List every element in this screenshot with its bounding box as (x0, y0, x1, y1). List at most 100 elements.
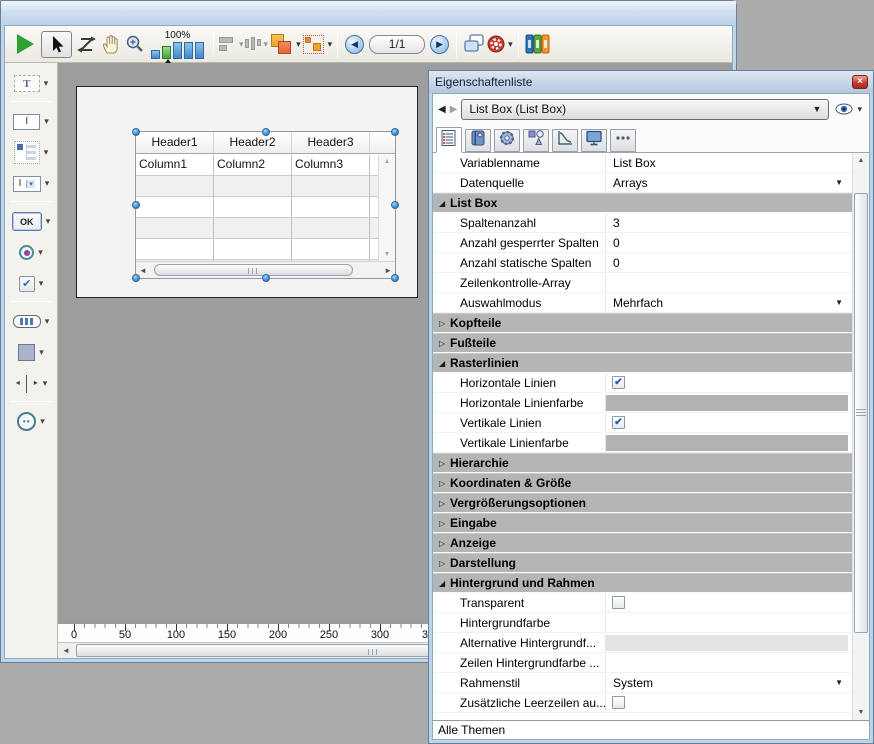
checkbox-checked[interactable]: ✔ (612, 416, 625, 429)
chevron-down-icon[interactable]: ▾ (45, 178, 50, 189)
selection-handle-sw[interactable] (132, 274, 140, 282)
property-value[interactable]: System (606, 676, 653, 690)
section-hintergrund-und-rahmen[interactable]: ◢Hintergrund und Rahmen (433, 573, 852, 593)
chevron-down-icon[interactable]: ▾ (39, 278, 44, 289)
scroll-down-icon[interactable]: ▼ (853, 705, 869, 720)
tab-order-tool-button[interactable] (75, 30, 99, 58)
scrollbar-thumb[interactable] (154, 264, 353, 276)
scroll-up-icon[interactable]: ▲ (853, 153, 869, 168)
progressbar-tool-icon[interactable] (13, 315, 41, 328)
tab-book[interactable] (465, 129, 491, 152)
button-tool-icon[interactable]: OK (12, 212, 42, 231)
textfield-tool-icon[interactable]: I (13, 114, 40, 130)
chevron-down-icon[interactable]: ▾ (38, 247, 43, 258)
checkbox-unchecked[interactable] (612, 696, 625, 709)
section-kopfteile[interactable]: ▷Kopfteile (433, 313, 852, 333)
previous-page-button[interactable]: ◀ (345, 35, 364, 54)
scrollbar-thumb[interactable] (854, 193, 868, 633)
label-tool-icon[interactable]: T (14, 75, 40, 92)
chevron-down-icon[interactable]: ▾ (40, 416, 45, 427)
form-canvas[interactable]: Header1Header2Header3 Column1Column2Colu… (76, 86, 418, 298)
section-list-box[interactable]: ◢List Box (433, 193, 852, 213)
selection-handle-ne[interactable] (391, 128, 399, 136)
property-transparent[interactable]: Transparent (433, 593, 852, 613)
properties-titlebar[interactable]: Eigenschaftenliste × (429, 71, 873, 93)
selection-handle-w[interactable] (132, 201, 140, 209)
properties-vertical-scrollbar[interactable]: ▲ ▼ (852, 153, 869, 720)
property-zus-tzliche-leerzeilen-au[interactable]: Zusätzliche Leerzeilen au... (433, 693, 852, 713)
property-rahmenstil[interactable]: RahmenstilSystem▼ (433, 673, 852, 693)
run-form-button[interactable] (10, 30, 41, 58)
color-swatch[interactable] (606, 435, 848, 451)
next-object-button[interactable]: ▶ (450, 104, 458, 115)
object-selector-dropdown[interactable]: List Box (List Box) ▼ (461, 99, 829, 120)
property-anzahl-gesperrter-spalten[interactable]: Anzahl gesperrter Spalten0 (433, 233, 852, 253)
chevron-down-icon[interactable]: ▾ (46, 216, 51, 227)
property-alternative-hintergrundf[interactable]: Alternative Hintergrundf... (433, 633, 852, 653)
property-value[interactable]: 0 (606, 256, 620, 270)
select-tool-button[interactable] (41, 31, 72, 58)
tab-list[interactable] (436, 127, 462, 153)
chevron-down-icon[interactable]: ▾ (39, 347, 44, 358)
chevron-down-icon[interactable]: ▾ (43, 378, 48, 389)
pan-tool-button[interactable] (99, 30, 123, 58)
selection-handle-se[interactable] (391, 274, 399, 282)
property-horizontale-linien[interactable]: Horizontale Linien✔ (433, 373, 852, 393)
section-fu-teile[interactable]: ▷Fußteile (433, 333, 852, 353)
rectangle-tool-icon[interactable] (18, 344, 35, 361)
property-value[interactable]: Mehrfach (606, 296, 663, 310)
property-zeilenkontrolle-array[interactable]: Zeilenkontrolle-Array (433, 273, 852, 293)
tab-monitor[interactable] (581, 129, 607, 152)
selection-handle-e[interactable] (391, 201, 399, 209)
selection-frame-tool-button[interactable]: ▾ (301, 30, 333, 58)
chevron-down-icon[interactable]: ▾ (328, 39, 333, 50)
theme-filter-bar[interactable]: Alle Themen (433, 720, 869, 739)
property-zeilen-hintergrundfarbe[interactable]: Zeilen Hintergrundfarbe ... (433, 653, 852, 673)
section-darstellung[interactable]: ▷Darstellung (433, 553, 852, 573)
section-vergr-erungsoptionen[interactable]: ▷Vergrößerungsoptionen (433, 493, 852, 513)
property-horizontale-linienfarbe[interactable]: Horizontale Linienfarbe (433, 393, 852, 413)
close-button[interactable]: × (852, 75, 868, 89)
tab-shapes[interactable] (523, 129, 549, 152)
chevron-down-icon[interactable]: ▼ (835, 678, 852, 687)
selection-handle-n[interactable] (262, 128, 270, 136)
scroll-right-icon[interactable]: ► (384, 266, 392, 275)
property-variablenname[interactable]: VariablennameList Box (433, 153, 852, 173)
property-value[interactable]: 3 (606, 216, 620, 230)
splitter-tool-icon[interactable] (15, 374, 39, 394)
color-swatch[interactable] (606, 395, 848, 411)
scroll-up-icon[interactable]: ▲ (384, 158, 391, 165)
checkbox-tool-icon[interactable]: ✔ (19, 276, 35, 292)
scroll-left-icon[interactable]: ◄ (58, 646, 74, 655)
property-vertikale-linienfarbe[interactable]: Vertikale Linienfarbe (433, 433, 852, 453)
listbox-control[interactable]: Header1Header2Header3 Column1Column2Colu… (135, 131, 396, 279)
next-page-button[interactable]: ▶ (430, 35, 449, 54)
section-koordinaten-gr-e[interactable]: ▷Koordinaten & Größe (433, 473, 852, 493)
tab-gear[interactable] (494, 129, 520, 152)
property-datenquelle[interactable]: DatenquelleArrays▼ (433, 173, 852, 193)
color-swatch[interactable] (606, 635, 848, 651)
arrange-tool-button[interactable]: ▾ (268, 30, 301, 58)
property-value[interactable]: Arrays (606, 176, 648, 190)
chevron-down-icon[interactable]: ▾ (44, 147, 49, 158)
previous-object-button[interactable]: ◀ (438, 104, 446, 115)
selection-handle-nw[interactable] (132, 128, 140, 136)
scroll-down-icon[interactable]: ▼ (384, 251, 391, 258)
connector-tool-icon[interactable]: •• (17, 412, 36, 431)
section-eingabe[interactable]: ▷Eingabe (433, 513, 852, 533)
chevron-down-icon[interactable]: ▼ (835, 178, 852, 187)
zoom-tool-button[interactable] (123, 30, 147, 58)
window-titlebar[interactable]: Formular: Kunden - Eingabe* (1, 1, 736, 25)
chevron-down-icon[interactable]: ▾ (44, 78, 49, 89)
section-anzeige[interactable]: ▷Anzeige (433, 533, 852, 553)
chevron-down-icon[interactable]: ▼ (835, 298, 852, 307)
property-spaltenanzahl[interactable]: Spaltenanzahl3 (433, 213, 852, 233)
property-vertikale-linien[interactable]: Vertikale Linien✔ (433, 413, 852, 433)
visibility-filter-button[interactable]: ▾ (833, 103, 864, 115)
checkbox-checked[interactable]: ✔ (612, 376, 625, 389)
combobox-tool-icon[interactable]: I (13, 176, 41, 192)
property-hintergrundfarbe[interactable]: Hintergrundfarbe (433, 613, 852, 633)
listbox-tool-icon[interactable] (14, 141, 40, 164)
chevron-down-icon[interactable]: ▾ (508, 39, 513, 50)
section-rasterlinien[interactable]: ◢Rasterlinien (433, 353, 852, 373)
